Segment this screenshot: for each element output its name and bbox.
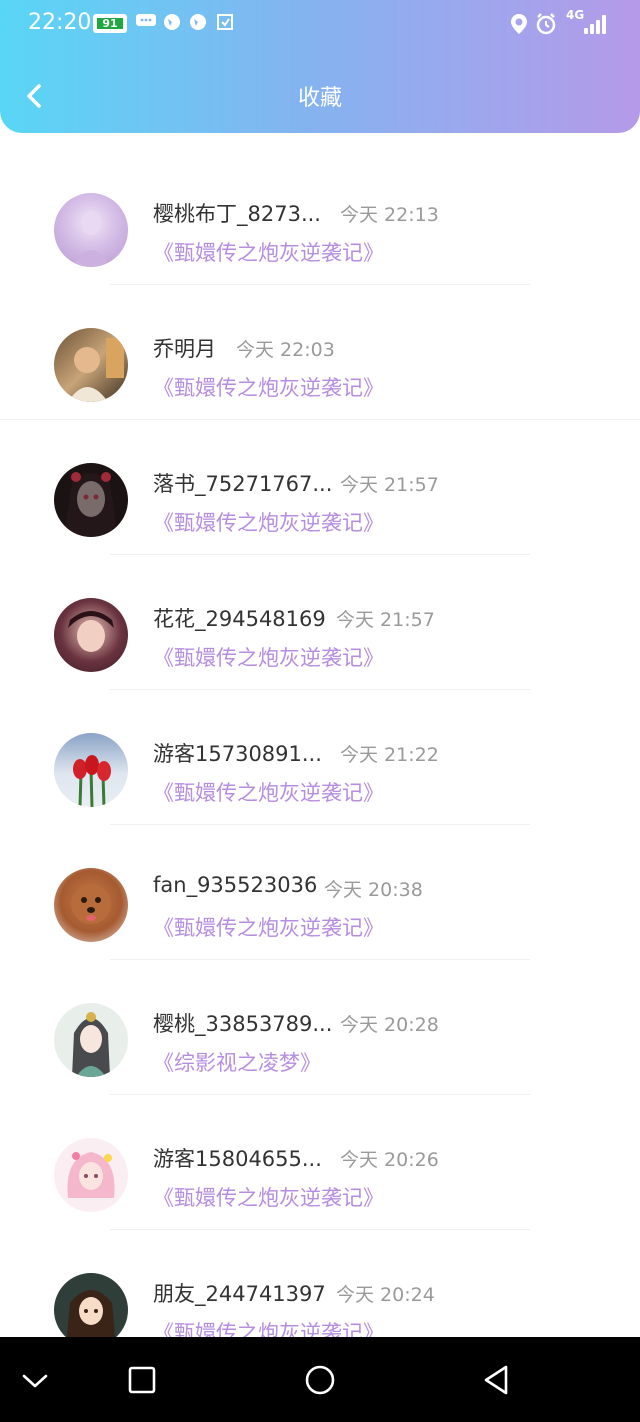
user-name: 花花_294548169 [153, 607, 326, 631]
chevron-down-icon [22, 1374, 48, 1388]
list-item[interactable]: 樱桃_33853789... 今天 20:28 《综影视之凌梦》 [0, 960, 640, 1095]
list-item[interactable]: 落书_75271767... 今天 21:57 《甄嬛传之炮灰逆袭记》 [0, 420, 640, 555]
timestamp: 今天 21:57 [336, 609, 435, 631]
avatar[interactable] [54, 868, 128, 942]
browser-icon-2 [188, 12, 208, 38]
screenshot-icon [215, 12, 235, 38]
home-button[interactable] [299, 1359, 341, 1401]
user-name: 朋友_244741397 [153, 1282, 326, 1306]
avatar[interactable] [54, 598, 128, 672]
timestamp: 今天 21:57 [340, 474, 439, 496]
timestamp: 今天 20:24 [336, 1284, 435, 1306]
book-title[interactable]: 《甄嬛传之炮灰逆袭记》 [153, 1182, 384, 1212]
book-title[interactable]: 《甄嬛传之炮灰逆袭记》 [153, 237, 384, 267]
timestamp: 今天 21:22 [340, 744, 439, 766]
avatar[interactable] [54, 1273, 128, 1347]
back-nav-button[interactable] [476, 1359, 518, 1401]
circle-icon [305, 1365, 335, 1395]
favorites-list: 樱桃布丁_8273... 今天 22:13 《甄嬛传之炮灰逆袭记》 乔明月 今天… [0, 150, 640, 1365]
timestamp: 今天 22:13 [340, 204, 439, 226]
status-bar: 22:20 91 4G [0, 0, 640, 48]
status-time: 22:20 [28, 10, 92, 35]
timestamp: 今天 22:03 [236, 339, 335, 361]
avatar[interactable] [54, 733, 128, 807]
user-name: 樱桃布丁_8273... [153, 202, 321, 226]
book-title[interactable]: 《甄嬛传之炮灰逆袭记》 [153, 372, 384, 402]
user-name: 乔明月 [153, 337, 216, 361]
page-title: 收藏 [297, 86, 342, 111]
system-nav-bar [0, 1337, 640, 1422]
avatar[interactable] [54, 328, 128, 402]
timestamp: 今天 20:38 [324, 879, 423, 901]
recent-apps-button[interactable] [121, 1359, 163, 1401]
avatar[interactable] [54, 463, 128, 537]
battery-icon: 91 [93, 14, 127, 33]
timestamp: 今天 20:26 [340, 1149, 439, 1171]
list-item[interactable]: 游客15804655... 今天 20:26 《甄嬛传之炮灰逆袭记》 [0, 1095, 640, 1230]
avatar[interactable] [54, 1003, 128, 1077]
avatar[interactable] [54, 1138, 128, 1212]
user-name: 游客15730891... [153, 742, 322, 766]
list-item[interactable]: 樱桃布丁_8273... 今天 22:13 《甄嬛传之炮灰逆袭记》 [0, 150, 640, 285]
book-title[interactable]: 《甄嬛传之炮灰逆袭记》 [153, 777, 384, 807]
browser-icon [162, 12, 182, 38]
square-icon [128, 1366, 156, 1394]
location-icon [508, 12, 530, 42]
triangle-back-icon [484, 1365, 508, 1395]
book-title[interactable]: 《甄嬛传之炮灰逆袭记》 [153, 642, 384, 672]
avatar[interactable] [54, 193, 128, 267]
list-item[interactable]: 游客15730891... 今天 21:22 《甄嬛传之炮灰逆袭记》 [0, 690, 640, 825]
network-type: 4G [566, 8, 585, 22]
signal-icon [584, 14, 608, 34]
app-header: 22:20 91 4G 收藏 [0, 0, 640, 133]
battery-level: 91 [97, 18, 123, 29]
book-title[interactable]: 《甄嬛传之炮灰逆袭记》 [153, 507, 384, 537]
user-name: fan_935523036 [153, 873, 318, 897]
collapse-nav-button[interactable] [14, 1359, 56, 1401]
book-title[interactable]: 《综影视之凌梦》 [153, 1047, 321, 1077]
user-name: 游客15804655... [153, 1147, 322, 1171]
message-icon [135, 12, 157, 36]
alarm-icon [534, 12, 558, 42]
list-item[interactable]: fan_935523036 今天 20:38 《甄嬛传之炮灰逆袭记》 [0, 825, 640, 960]
user-name: 樱桃_33853789... [153, 1012, 333, 1036]
book-title[interactable]: 《甄嬛传之炮灰逆袭记》 [153, 912, 384, 942]
list-item[interactable]: 花花_294548169 今天 21:57 《甄嬛传之炮灰逆袭记》 [0, 555, 640, 690]
timestamp: 今天 20:28 [340, 1014, 439, 1036]
list-item[interactable]: 乔明月 今天 22:03 《甄嬛传之炮灰逆袭记》 [0, 285, 640, 420]
user-name: 落书_75271767... [153, 472, 333, 496]
